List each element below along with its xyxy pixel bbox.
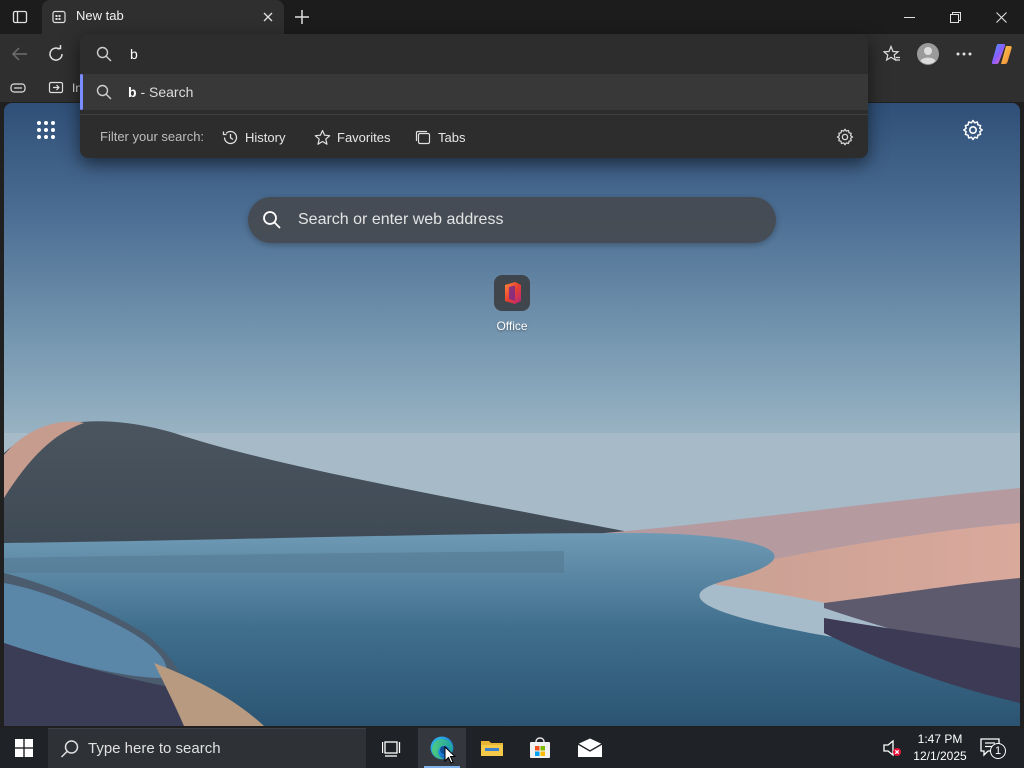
notification-center-button[interactable]: 1	[980, 737, 1006, 761]
store-bag-icon	[530, 737, 550, 758]
taskbar-search-placeholder: Type here to search	[88, 740, 221, 757]
tab-close-button[interactable]	[260, 9, 276, 25]
volume-muted-icon	[883, 739, 901, 757]
task-view-icon	[382, 741, 401, 757]
search-icon	[60, 740, 79, 758]
history-icon	[222, 130, 238, 144]
back-button[interactable]	[6, 40, 34, 68]
gear-icon	[836, 128, 854, 146]
copilot-button[interactable]	[988, 40, 1016, 68]
page-search-box[interactable]: Search or enter web address	[248, 197, 776, 243]
taskbar-store-button[interactable]	[516, 728, 564, 768]
new-tab-button[interactable]	[290, 5, 314, 29]
filter-history[interactable]: History	[218, 124, 289, 150]
filter-favorites-label: Favorites	[337, 129, 391, 145]
import-favorites-icon	[48, 81, 64, 94]
mail-icon	[577, 738, 603, 757]
copilot-icon	[991, 44, 1012, 64]
address-bar[interactable]	[80, 34, 868, 74]
arrow-left-icon	[11, 47, 27, 61]
reading-view-button[interactable]	[10, 80, 26, 96]
taskbar-search-box[interactable]: Type here to search	[48, 728, 366, 768]
new-tab-favicon-icon	[52, 10, 66, 24]
search-icon	[96, 46, 112, 62]
tab-actions-button[interactable]	[6, 5, 34, 29]
close-icon	[995, 11, 1007, 23]
favorites-button[interactable]	[878, 40, 906, 68]
tab-new-tab[interactable]: New tab	[42, 0, 284, 34]
suggestion-text: b - Search	[128, 84, 193, 100]
page-settings-button[interactable]	[962, 119, 984, 141]
folder-icon	[481, 741, 503, 756]
suggestion-rest: - Search	[136, 84, 194, 100]
taskbar-mail-button[interactable]	[566, 728, 614, 768]
filter-tabs[interactable]: Tabs	[411, 124, 469, 150]
notification-count-badge: 1	[990, 743, 1006, 759]
settings-more-button[interactable]	[950, 40, 978, 68]
grid-dots-icon	[37, 121, 55, 139]
device-icon	[10, 83, 26, 93]
profile-button[interactable]	[914, 40, 942, 68]
address-bar-dropdown: b - Search Filter your search: History F…	[80, 34, 868, 158]
mouse-cursor-icon	[444, 746, 456, 764]
clock-date: 12/1/2025	[913, 749, 967, 763]
search-icon	[263, 211, 281, 229]
app-launcher-button[interactable]	[36, 120, 56, 140]
more-horizontal-icon	[956, 52, 972, 56]
suggestion-focus-indicator	[80, 74, 83, 110]
filter-label: Filter your search:	[100, 129, 205, 144]
start-button[interactable]	[0, 728, 48, 768]
plus-icon	[295, 10, 309, 24]
office-icon	[494, 275, 530, 311]
quick-link-office[interactable]: Office	[490, 275, 534, 345]
restore-button[interactable]	[932, 0, 978, 34]
gear-icon	[963, 119, 983, 141]
taskbar-edge-button[interactable]	[418, 728, 466, 768]
tab-actions-icon	[12, 10, 28, 24]
task-view-button[interactable]	[368, 728, 416, 768]
address-input[interactable]	[128, 43, 828, 65]
refresh-button[interactable]	[42, 40, 70, 68]
filter-history-label: History	[245, 129, 286, 145]
star-icon	[314, 129, 331, 145]
tab-title: New tab	[76, 8, 124, 23]
volume-button[interactable]	[882, 738, 902, 758]
new-tab-page: Search or enter web address Office	[4, 103, 1020, 726]
divider	[80, 114, 868, 115]
avatar-icon	[917, 43, 939, 65]
tabs-icon	[415, 130, 431, 144]
search-settings-button[interactable]	[836, 128, 854, 146]
star-list-icon	[883, 45, 900, 62]
taskbar-file-explorer-button[interactable]	[468, 728, 516, 768]
title-bar: New tab	[0, 0, 1024, 34]
suggestion-match: b	[128, 84, 137, 100]
filter-tabs-label: Tabs	[438, 129, 466, 145]
quick-link-label: Office	[496, 319, 528, 333]
windows-logo-icon	[15, 739, 33, 757]
minimize-icon	[903, 16, 915, 18]
close-window-button[interactable]	[978, 0, 1024, 34]
page-search-placeholder: Search or enter web address	[298, 211, 504, 228]
clock-time: 1:47 PM	[917, 732, 963, 746]
restore-icon	[949, 11, 961, 23]
taskbar: Type here to search 1:47 PM 12/1/2025 1	[0, 728, 1024, 768]
refresh-icon	[49, 45, 63, 61]
system-clock[interactable]: 1:47 PM 12/1/2025	[908, 731, 972, 765]
filter-favorites[interactable]: Favorites	[310, 124, 394, 150]
search-icon	[96, 84, 112, 100]
close-icon	[263, 12, 273, 22]
minimize-button[interactable]	[886, 0, 932, 34]
suggestion-item[interactable]: b - Search	[80, 74, 868, 110]
